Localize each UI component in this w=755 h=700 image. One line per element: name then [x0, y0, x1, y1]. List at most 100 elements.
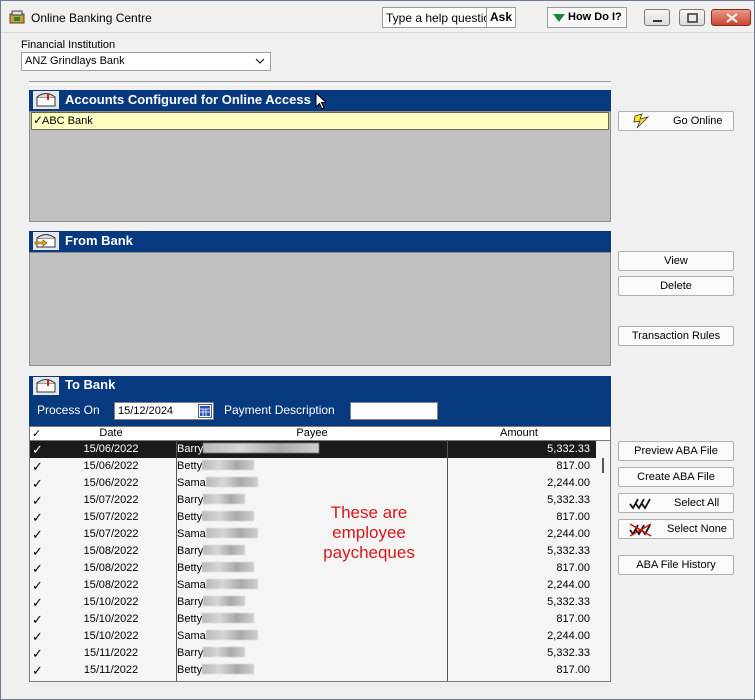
row-check-icon[interactable]: ✓ [32, 612, 43, 628]
row-check-icon[interactable]: ✓ [32, 442, 43, 458]
maximize-button[interactable] [679, 9, 705, 26]
row-payee-name: Sama [177, 630, 206, 642]
row-date: 15/06/2022 [83, 477, 139, 489]
row-check-icon[interactable]: ✓ [32, 459, 43, 475]
row-amount: 2,244.00 [547, 579, 590, 591]
redacted-surname [203, 647, 246, 657]
row-date: 15/07/2022 [83, 528, 139, 540]
column-header-payee[interactable]: Payee [177, 427, 447, 439]
table-row[interactable]: ✓ 15/11/2022 Barry 5,332.33 [30, 645, 596, 662]
preview-aba-file-button[interactable]: Preview ABA File [618, 441, 734, 461]
go-online-label: Go Online [673, 115, 723, 127]
accounts-panel-header: Accounts Configured for Online Access [29, 90, 611, 111]
row-check-icon[interactable]: ✓ [32, 578, 43, 594]
delete-button[interactable]: Delete [618, 276, 734, 296]
row-amount: 817.00 [556, 562, 590, 574]
redacted-surname [205, 477, 258, 487]
row-payee: Betty [177, 613, 255, 625]
ask-button[interactable]: Ask [486, 8, 515, 27]
process-on-date-input[interactable]: 15/12/2024 [114, 402, 214, 420]
table-row[interactable]: ✓ 15/06/2022 Barry 5,332.33 [30, 441, 596, 458]
row-date: 15/06/2022 [83, 443, 139, 455]
column-divider [176, 440, 177, 681]
row-date: 15/08/2022 [83, 579, 139, 591]
table-row[interactable]: ✓ 15/07/2022 Sama 2,244.00 [30, 526, 596, 543]
select-none-button[interactable]: Select None [618, 519, 734, 539]
table-row[interactable]: ✓ 15/08/2022 Sama 2,244.00 [30, 577, 596, 594]
row-payee-name: Sama [177, 477, 206, 489]
redacted-surname [202, 511, 255, 521]
table-row[interactable]: ✓ 15/07/2022 Barry 5,332.33 [30, 492, 596, 509]
column-header-amount[interactable]: Amount [448, 427, 590, 439]
row-date: 15/06/2022 [83, 460, 139, 472]
payment-description-input[interactable] [350, 402, 438, 420]
row-payee: Betty [177, 562, 255, 574]
redacted-surname [205, 630, 258, 640]
account-item[interactable]: ✓ ABC Bank [31, 112, 609, 130]
create-aba-file-button[interactable]: Create ABA File [618, 467, 734, 487]
row-check-icon[interactable]: ✓ [32, 663, 43, 679]
row-amount: 2,244.00 [547, 630, 590, 642]
table-row[interactable]: ✓ 15/08/2022 Betty 817.00 [30, 560, 596, 577]
row-check-icon[interactable]: ✓ [32, 544, 43, 560]
minimize-button[interactable] [644, 9, 670, 26]
select-column-check-icon[interactable]: ✓ [32, 427, 41, 440]
redacted-surname [202, 460, 255, 470]
redacted-surname [203, 443, 320, 453]
table-row[interactable]: ✓ 15/06/2022 Betty 817.00 [30, 458, 596, 475]
row-payee-name: Barry [177, 545, 204, 557]
mouse-cursor-icon [315, 92, 327, 110]
row-check-icon[interactable]: ✓ [32, 493, 43, 509]
view-button[interactable]: View [618, 251, 734, 271]
table-row[interactable]: ✓ 15/08/2022 Barry 5,332.33 [30, 543, 596, 560]
table-row[interactable]: ✓ 15/10/2022 Barry 5,332.33 [30, 594, 596, 611]
row-check-icon[interactable]: ✓ [32, 561, 43, 577]
row-check-icon[interactable]: ✓ [32, 510, 43, 526]
table-row[interactable]: ✓ 15/10/2022 Betty 817.00 [30, 611, 596, 628]
accounts-panel-title: Accounts Configured for Online Access [65, 92, 311, 107]
help-question-input[interactable]: Type a help question [386, 11, 497, 25]
how-do-i-button[interactable]: How Do I? [547, 7, 627, 28]
redacted-surname [203, 494, 246, 504]
row-date: 15/08/2022 [83, 545, 139, 557]
help-question-box[interactable]: Type a help question Ask [382, 7, 516, 28]
row-amount: 817.00 [556, 664, 590, 676]
scrollbar-thumb[interactable] [602, 458, 604, 473]
table-row[interactable]: ✓ 15/10/2022 Sama 2,244.00 [30, 628, 596, 645]
table-row[interactable]: ✓ 15/06/2022 Sama 2,244.00 [30, 475, 596, 492]
close-icon [726, 13, 738, 23]
row-payee: Barry [177, 494, 246, 506]
select-all-button[interactable]: Select All [618, 493, 734, 513]
column-header-date[interactable]: Date [46, 427, 176, 439]
row-check-icon[interactable]: ✓ [32, 476, 43, 492]
redacted-surname [205, 579, 258, 589]
row-amount: 2,244.00 [547, 477, 590, 489]
row-payee: Barry [177, 596, 246, 608]
row-check-icon[interactable]: ✓ [32, 595, 43, 611]
table-row[interactable]: ✓ 15/07/2022 Betty 817.00 [30, 509, 596, 526]
financial-institution-select[interactable]: ANZ Grindlays Bank [21, 52, 271, 71]
row-payee-name: Betty [177, 562, 203, 574]
redacted-surname [203, 545, 246, 555]
close-button[interactable] [711, 9, 751, 26]
row-amount: 5,332.33 [547, 596, 590, 608]
mailbox-incoming-icon [33, 232, 59, 250]
lightning-icon [633, 113, 650, 129]
transaction-rules-button[interactable]: Transaction Rules [618, 326, 734, 346]
table-row[interactable]: ✓ 15/11/2022 Betty 817.00 [30, 662, 596, 679]
select-none-label: Select None [667, 523, 727, 535]
go-online-button[interactable]: Go Online [618, 111, 734, 131]
divider [29, 81, 611, 85]
payment-description-label: Payment Description [224, 403, 335, 417]
calendar-icon[interactable] [198, 404, 212, 418]
row-payee-name: Barry [177, 494, 204, 506]
row-amount: 2,244.00 [547, 528, 590, 540]
row-check-icon[interactable]: ✓ [32, 527, 43, 543]
row-check-icon[interactable]: ✓ [32, 629, 43, 645]
mailbox-icon [33, 91, 59, 109]
process-on-label: Process On [37, 403, 100, 417]
row-check-icon[interactable]: ✓ [32, 646, 43, 662]
aba-file-history-button[interactable]: ABA File History [618, 555, 734, 575]
redacted-surname [205, 528, 258, 538]
row-payee: Barry [177, 545, 246, 557]
